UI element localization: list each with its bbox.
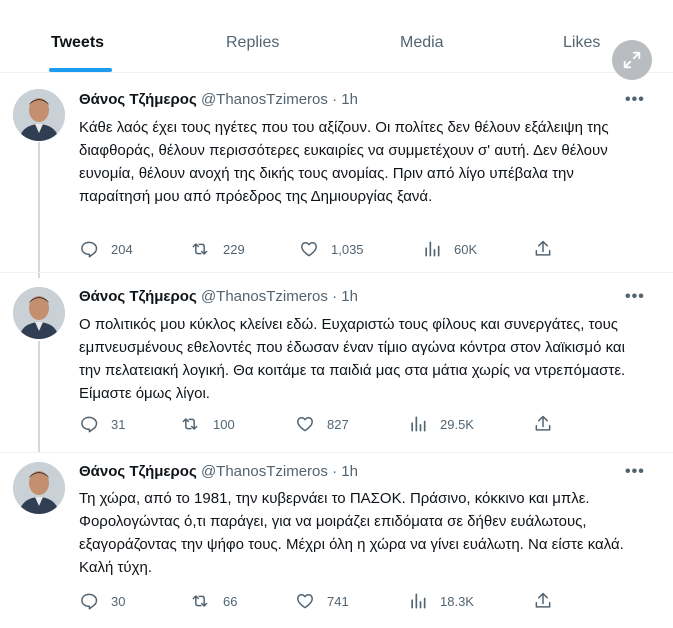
views-icon [411,416,426,432]
reply-button[interactable]: 30 [79,590,125,612]
share-button[interactable] [533,413,565,435]
like-count: 1,035 [331,241,364,257]
share-icon [535,415,551,431]
reply-icon [81,241,98,258]
share-icon [535,592,551,608]
tab-replies[interactable]: Replies [226,34,279,52]
retweet-count: 100 [213,416,235,432]
tweet-1[interactable]: Θάνος Τζήμερος @ThanosTzimeros · 1h ••• … [0,73,673,273]
author-name[interactable]: Θάνος Τζήμερος [79,91,197,108]
like-icon [297,594,313,609]
retweet-icon [192,243,208,255]
reply-icon [81,593,98,610]
like-count: 827 [327,416,349,432]
author-handle[interactable]: @ThanosTzimeros [201,91,328,108]
avatar-image [13,89,65,141]
active-tab-indicator [49,68,112,72]
views-count: 60K [454,241,478,257]
like-button[interactable]: 741 [295,590,349,612]
tweet-actions: 31 100 827 29.5K [79,413,559,435]
tweet-time[interactable]: 1h [341,91,358,108]
retweet-count: 66 [223,593,238,609]
tab-likes[interactable]: Likes [563,34,600,52]
tweet-text: Ο πολιτικός μου κύκλος κλείνει εδώ. Ευχα… [79,316,626,402]
tweet-text: Τη χώρα, από το 1981, την κυβερνάει το Π… [79,490,624,576]
reply-icon [81,416,98,433]
tweet-time[interactable]: 1h [341,288,358,305]
reply-count: 30 [111,593,126,609]
tweet-actions: 30 66 741 18.3K [79,590,559,612]
expand-icon [623,51,641,69]
tweet-3[interactable]: Θάνος Τζήμερος @ThanosTzimeros · 1h ••• … [0,453,673,628]
reply-count: 31 [111,416,126,432]
separator-dot: · [332,463,338,480]
views-icon [411,593,426,609]
like-button[interactable]: 827 [295,413,349,435]
more-icon[interactable]: ••• [625,91,645,109]
retweet-button[interactable]: 229 [189,238,245,260]
tab-media[interactable]: Media [400,34,444,52]
tweet-header: Θάνος Τζήμερος @ThanosTzimeros · 1h [79,463,358,480]
author-name[interactable]: Θάνος Τζήμερος [79,463,197,480]
profile-tabs: Tweets Replies Media Likes [0,0,673,73]
views-button[interactable]: 18.3K [408,590,474,612]
tweet-text: Κάθε λαός έχει τους ηγέτες που του αξίζο… [79,119,609,205]
like-icon [301,242,317,257]
reply-button[interactable]: 204 [79,238,133,260]
like-count: 741 [327,593,349,609]
author-handle[interactable]: @ThanosTzimeros [201,463,328,480]
like-button[interactable]: 1,035 [299,238,364,260]
more-icon[interactable]: ••• [625,288,645,306]
avatar-image [13,287,65,339]
avatar-image [13,462,65,514]
share-button[interactable] [533,590,565,612]
author-name[interactable]: Θάνος Τζήμερος [79,288,197,305]
like-icon [297,417,313,432]
share-button[interactable] [533,238,565,260]
retweet-button[interactable]: 100 [179,413,235,435]
retweet-icon [182,418,198,430]
views-button[interactable]: 29.5K [408,413,474,435]
tweet-header: Θάνος Τζήμερος @ThanosTzimeros · 1h [79,288,358,305]
avatar[interactable] [13,89,65,141]
avatar[interactable] [13,462,65,514]
reply-button[interactable]: 31 [79,413,125,435]
retweet-icon [192,595,208,607]
separator-dot: · [332,288,338,305]
separator-dot: · [332,91,338,108]
tab-tweets[interactable]: Tweets [51,34,104,52]
tweet-time[interactable]: 1h [341,463,358,480]
author-handle[interactable]: @ThanosTzimeros [201,288,328,305]
retweet-count: 229 [223,241,245,257]
share-icon [535,240,551,256]
views-count: 29.5K [440,416,474,432]
reply-count: 204 [111,241,133,257]
views-button[interactable]: 60K [422,238,477,260]
tweet-header: Θάνος Τζήμερος @ThanosTzimeros · 1h [79,91,358,108]
views-count: 18.3K [440,593,474,609]
tweet-2[interactable]: Θάνος Τζήμερος @ThanosTzimeros · 1h ••• … [0,273,673,453]
avatar[interactable] [13,287,65,339]
more-icon[interactable]: ••• [625,463,645,481]
retweet-button[interactable]: 66 [189,590,237,612]
views-icon [425,241,440,257]
tweet-actions: 204 229 1,035 60K [79,238,559,260]
